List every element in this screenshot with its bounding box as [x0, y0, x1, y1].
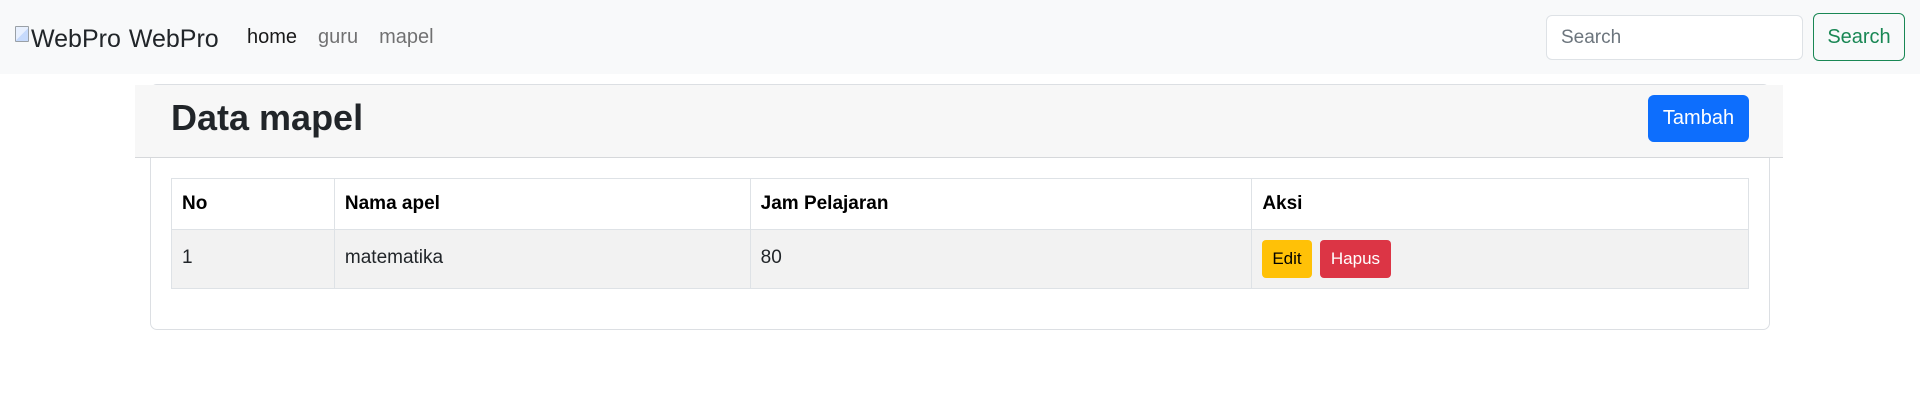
nav-links: home guru mapel: [247, 26, 455, 49]
search-button[interactable]: Search: [1813, 13, 1905, 61]
column-header-jam: Jam Pelajaran: [750, 179, 1252, 230]
nav-link-mapel[interactable]: mapel: [379, 26, 433, 49]
edit-button[interactable]: Edit: [1262, 240, 1311, 278]
brand-logo-alt-text: WebPro: [31, 25, 121, 54]
search-input[interactable]: [1546, 15, 1803, 60]
delete-button[interactable]: Hapus: [1320, 240, 1391, 278]
table-header-row: No Nama apel Jam Pelajaran Aksi: [172, 179, 1749, 230]
nav-link-guru[interactable]: guru: [318, 26, 358, 49]
add-mapel-button[interactable]: Tambah: [1648, 95, 1749, 142]
table-row: 1 matematika 80 Edit Hapus: [172, 230, 1749, 289]
mapel-table: No Nama apel Jam Pelajaran Aksi 1 matema…: [171, 178, 1749, 289]
brand-logo: WebPro: [15, 24, 121, 54]
navbar: WebPro WebPro home guru mapel Search: [0, 0, 1920, 74]
page-title: Data mapel: [171, 96, 363, 140]
navbar-brand[interactable]: WebPro WebPro: [15, 24, 219, 54]
cell-no: 1: [172, 230, 335, 289]
column-header-nama: Nama apel: [334, 179, 750, 230]
broken-image-icon: [15, 26, 29, 42]
column-header-no: No: [172, 179, 335, 230]
cell-jam: 80: [750, 230, 1252, 289]
card-header: [135, 85, 1783, 158]
cell-nama: matematika: [334, 230, 750, 289]
column-header-aksi: Aksi: [1252, 179, 1749, 230]
brand-name: WebPro: [129, 25, 219, 54]
cell-aksi: Edit Hapus: [1252, 230, 1749, 289]
nav-link-home[interactable]: home: [247, 26, 297, 49]
